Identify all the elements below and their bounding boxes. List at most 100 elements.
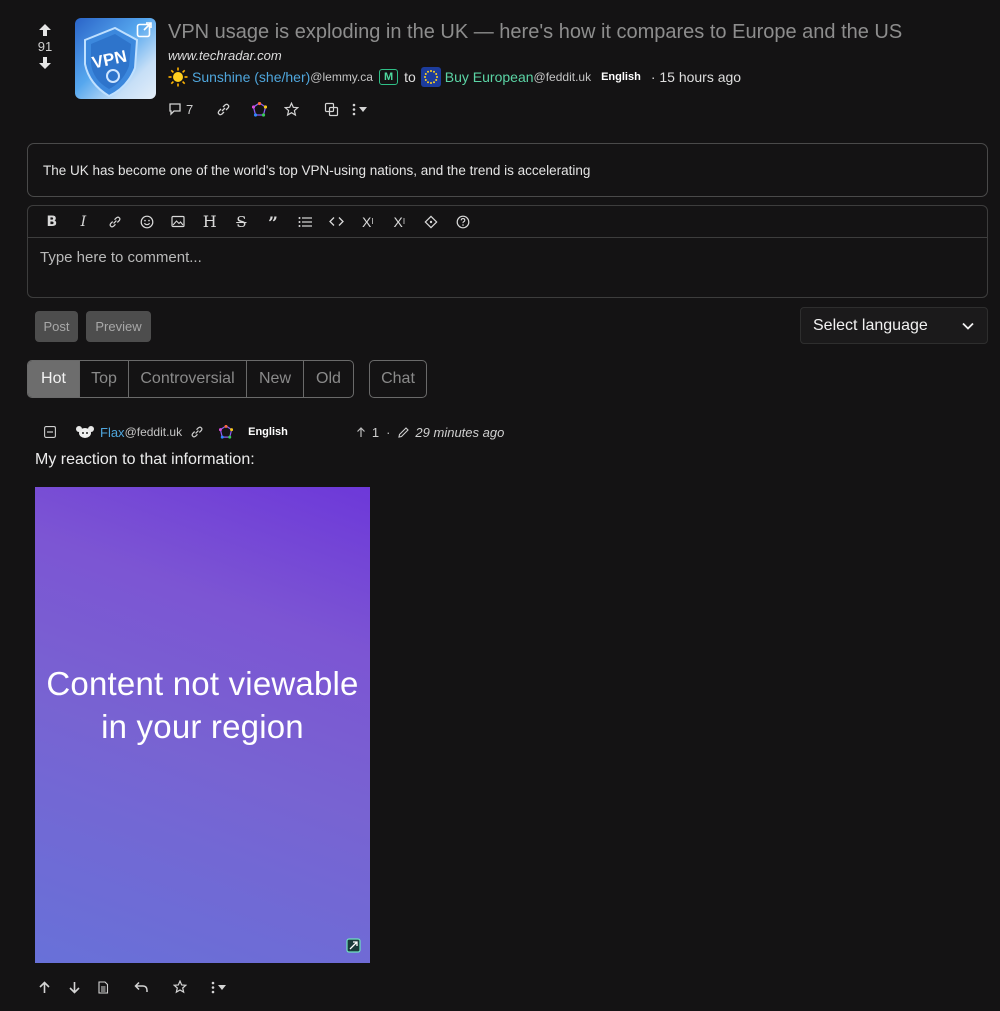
help-icon[interactable] (447, 206, 479, 238)
superscript-icon[interactable]: XI (384, 206, 416, 238)
bold-icon[interactable]: B (36, 206, 68, 238)
fediverse-icon (252, 101, 267, 117)
post-meta: Sunshine (she/her) @lemmy.ca M to Buy Eu… (168, 67, 741, 87)
image-caption: Content not viewable in your region (46, 662, 358, 748)
reply-button[interactable] (134, 981, 173, 993)
image-icon[interactable] (162, 206, 194, 238)
code-icon[interactable] (320, 206, 352, 238)
score-arrow-up-icon (356, 426, 365, 437)
strikethrough-icon[interactable]: S (226, 206, 258, 238)
to-label: to (404, 69, 416, 85)
sort-top[interactable]: Top (79, 361, 128, 397)
more-options-button[interactable] (352, 103, 367, 116)
community-instance[interactable]: @feddit.uk (534, 70, 592, 84)
emoji-icon[interactable] (131, 206, 163, 238)
caret-down-icon (359, 106, 367, 112)
language-select-label: Select language (813, 316, 928, 334)
post-author-name[interactable]: Sunshine (she/her) (192, 69, 310, 85)
expand-image-icon[interactable] (346, 938, 361, 953)
fediverse-button[interactable] (252, 101, 284, 117)
comment-sort-group: Hot Top Controversial New Old (27, 360, 354, 398)
arrow-up-icon (39, 980, 50, 993)
more-vertical-icon (211, 981, 215, 993)
comment-more-button[interactable] (211, 981, 226, 994)
comment-count: 7 (186, 101, 194, 117)
post-language: English (601, 71, 641, 83)
post-actions: 7 (168, 99, 367, 119)
link-icon (191, 426, 203, 438)
comment-author-name[interactable]: Flax (100, 425, 125, 440)
post-vote-column: 91 (30, 22, 60, 71)
sort-old[interactable]: Old (303, 361, 353, 397)
comment-link-button[interactable] (190, 425, 204, 439)
document-icon (98, 980, 109, 994)
list-icon[interactable] (289, 206, 321, 238)
preview-button[interactable]: Preview (86, 311, 151, 342)
comment-editor: B I H S ” XI XI Type here to comment... (27, 205, 988, 298)
crosspost-button[interactable] (324, 102, 352, 117)
comment-actions (38, 977, 226, 997)
image-caption-line-2: in your region (101, 708, 304, 745)
comment-language: English (248, 426, 288, 438)
post-author-instance[interactable]: @lemmy.ca (310, 70, 373, 84)
link-icon (217, 103, 230, 115)
comment-score: 1 (371, 424, 380, 440)
caret-down-icon (218, 984, 226, 990)
downvote-button[interactable] (30, 55, 60, 71)
comment-save-button[interactable] (173, 980, 211, 994)
comment-downvote-button[interactable] (68, 981, 97, 994)
community-name[interactable]: Buy European (445, 69, 534, 85)
arrow-down-icon (39, 57, 51, 69)
sort-hot[interactable]: Hot (28, 361, 79, 397)
spoiler-icon[interactable] (415, 206, 447, 238)
link-icon[interactable] (99, 206, 131, 238)
post-title[interactable]: VPN usage is exploding in the UK — here'… (168, 21, 902, 44)
avatar (76, 426, 94, 438)
star-icon (284, 101, 299, 116)
collapse-comment-button[interactable] (44, 426, 56, 438)
collapse-icon (44, 426, 56, 438)
comment-textarea[interactable]: Type here to comment... (28, 238, 987, 277)
comment-image[interactable]: Content not viewable in your region (35, 487, 370, 963)
more-vertical-icon (352, 103, 356, 115)
comment-author-instance[interactable]: @feddit.uk (125, 425, 183, 439)
post-body: The UK has become one of the world's top… (27, 143, 988, 197)
post-time: · 15 hours ago (650, 69, 742, 85)
view-source-button[interactable] (97, 980, 134, 994)
comment-header: Flax @feddit.uk English 1 · 29 minutes a… (44, 423, 504, 441)
post-score: 91 (37, 39, 53, 54)
chat-button[interactable]: Chat (369, 360, 427, 398)
reply-icon (134, 981, 148, 992)
editor-toolbar: B I H S ” XI XI (28, 206, 987, 238)
meta-separator: · (386, 424, 391, 440)
header-icon[interactable]: H (194, 206, 226, 238)
comment-text: My reaction to that information: (35, 451, 255, 468)
sort-new[interactable]: New (246, 361, 303, 397)
copy-link-button[interactable] (216, 102, 252, 117)
eu-flag-icon (420, 67, 441, 87)
sun-avatar-icon (168, 67, 188, 87)
image-caption-line-1: Content not viewable (46, 665, 359, 702)
upvote-button[interactable] (30, 22, 60, 38)
comment-upvote-button[interactable] (38, 980, 68, 994)
comment-icon (169, 103, 181, 116)
quote-icon[interactable]: ” (257, 206, 289, 238)
arrow-down-icon (69, 981, 80, 994)
save-button[interactable] (284, 101, 324, 117)
external-link-icon[interactable] (136, 21, 153, 38)
subscript-icon[interactable]: XI (352, 206, 384, 238)
arrow-up-icon (39, 24, 51, 36)
italic-icon[interactable]: I (68, 206, 100, 238)
post-domain[interactable]: www.techradar.com (168, 48, 282, 63)
sort-controversial[interactable]: Controversial (128, 361, 246, 397)
comments-button[interactable]: 7 (168, 102, 216, 117)
moderator-badge: M (378, 69, 399, 85)
comment-time: 29 minutes ago (415, 424, 505, 440)
copy-icon (324, 102, 339, 116)
post-comment-button[interactable]: Post (35, 311, 78, 342)
post-thumbnail[interactable]: VPN (75, 18, 156, 99)
chevron-down-icon (962, 322, 974, 330)
language-select[interactable]: Select language (800, 307, 988, 344)
comment-fediverse-button[interactable] (219, 425, 234, 439)
fediverse-icon (219, 425, 234, 439)
